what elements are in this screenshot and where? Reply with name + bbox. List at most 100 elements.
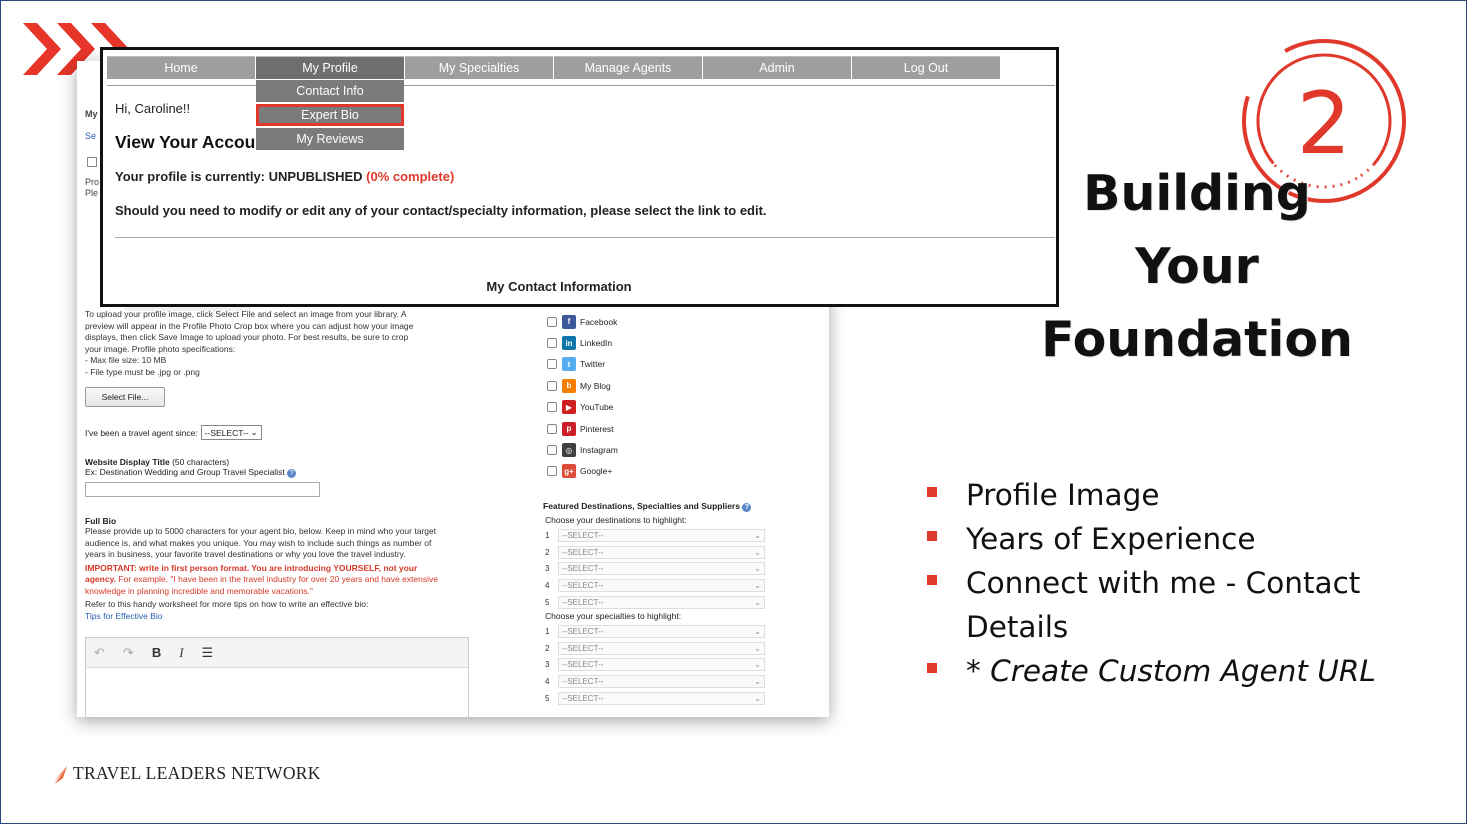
- agent-since-select[interactable]: --SELECT-- ⌄: [200, 425, 262, 440]
- social-row: in LinkedIn: [547, 332, 618, 353]
- tips-link[interactable]: Tips for Effective Bio: [85, 611, 447, 621]
- nav-home[interactable]: Home: [107, 56, 255, 79]
- strip-checkbox[interactable]: [87, 157, 97, 167]
- nav-admin[interactable]: Admin: [703, 56, 851, 79]
- strip-label: Ple: [85, 188, 99, 198]
- profile-status: Your profile is currently: UNPUBLISHED (…: [115, 169, 454, 184]
- highlight-select[interactable]: --SELECT-- ⌄: [558, 641, 765, 655]
- status-percent: (0% complete): [366, 169, 455, 184]
- social-checkbox[interactable]: [547, 380, 557, 391]
- bullet-text: Profile Image: [966, 478, 1160, 512]
- social-row: ◎ Instagram: [547, 439, 618, 460]
- social-checkbox[interactable]: [547, 466, 557, 477]
- list-icon[interactable]: ☰: [202, 645, 214, 661]
- nav-log-out[interactable]: Log Out: [852, 56, 1000, 79]
- select-value: --SELECT--: [562, 564, 604, 574]
- slide: My Se Pro Ple To upload your profile ima…: [0, 0, 1467, 824]
- cut-off-labels: My Se Pro Ple: [77, 61, 101, 311]
- profile-dropdown: Contact Info Expert Bio My Reviews: [256, 80, 404, 152]
- full-bio-section: Full Bio Please provide up to 5000 chara…: [85, 516, 447, 621]
- status-text: Your profile is currently: UNPUBLISHED: [115, 169, 363, 184]
- highlight-select[interactable]: --SELECT-- ⌄: [558, 658, 765, 672]
- destination-selects: 1 --SELECT-- ⌄ 2 --SELECT-- ⌄ 3 --SELECT-- ⌄ 4 --S…: [543, 527, 765, 611]
- help-icon[interactable]: ?: [287, 469, 297, 478]
- highlight-select[interactable]: --SELECT-- ⌄: [558, 692, 765, 706]
- select-row: 5 --SELECT-- ⌄: [543, 594, 765, 611]
- modify-instructions: Should you need to modify or edit any of…: [115, 203, 767, 218]
- bullet-marker: [927, 487, 937, 497]
- select-row: 4 --SELECT-- ⌄: [543, 673, 765, 690]
- select-value: --SELECT--: [562, 643, 604, 653]
- highlight-select[interactable]: --SELECT-- ⌄: [558, 624, 765, 638]
- row-number: 2: [545, 547, 550, 557]
- select-value: --SELECT--: [562, 530, 604, 540]
- select-value: --SELECT--: [562, 660, 604, 670]
- social-label: YouTube: [580, 402, 614, 413]
- profile-menu-screenshot: Home My Profile My Specialties Manage Ag…: [100, 47, 1059, 307]
- editor-toolbar: ↶ ↷ B I ☰: [86, 638, 468, 668]
- bullet-item: Connect with me - Contact Details: [925, 561, 1445, 649]
- undo-icon[interactable]: ↶: [94, 645, 105, 661]
- destinations-subtitle: Choose your destinations to highlight:: [545, 515, 687, 525]
- bullet-text: Years of Experience: [966, 522, 1256, 556]
- select-row: 3 --SELECT-- ⌄: [543, 657, 765, 674]
- row-number: 3: [545, 564, 550, 574]
- upload-spec: - File type must be .jpg or .png: [85, 366, 200, 377]
- social-row: b My Blog: [547, 375, 618, 396]
- highlight-select[interactable]: --SELECT-- ⌄: [558, 562, 765, 576]
- select-file-button[interactable]: Select File...: [85, 387, 165, 407]
- featured-section: Featured Destinations, Specialties and S…: [543, 501, 765, 707]
- social-checkbox[interactable]: [547, 402, 557, 413]
- nav-manage-agents[interactable]: Manage Agents: [554, 56, 702, 79]
- row-number: 5: [545, 598, 550, 608]
- social-row: g+ Google+: [547, 461, 618, 482]
- important-rest: For example, "I have been in the travel …: [85, 574, 438, 596]
- menu-item-my-reviews[interactable]: My Reviews: [256, 128, 404, 150]
- social-checkbox[interactable]: [547, 445, 557, 456]
- menu-item-expert-bio[interactable]: Expert Bio: [256, 104, 404, 126]
- chevron-down-icon: ⌄: [754, 660, 761, 670]
- row-number: 4: [545, 581, 550, 591]
- social-checkbox[interactable]: [547, 359, 557, 370]
- specialties-subtitle: Choose your specialties to highlight:: [545, 610, 682, 621]
- nav-my-profile[interactable]: My Profile: [256, 56, 404, 79]
- agent-since-label: I've been a travel agent since:: [85, 427, 198, 438]
- full-bio-title: Full Bio: [85, 516, 117, 526]
- social-row: f Facebook: [547, 311, 618, 332]
- chevron-down-icon: ⌄: [754, 530, 761, 540]
- redo-icon[interactable]: ↷: [123, 645, 134, 661]
- social-checkbox[interactable]: [547, 316, 557, 327]
- upload-instructions: To upload your profile image, click Sele…: [85, 309, 425, 378]
- highlight-select[interactable]: --SELECT-- ⌄: [558, 545, 765, 559]
- social-checkbox[interactable]: [547, 423, 557, 434]
- bullet-item: Profile Image: [925, 473, 1445, 517]
- social-label: Facebook: [580, 316, 618, 327]
- travel-leaders-logo: TRAVEL LEADERS NETWORK: [51, 763, 321, 784]
- help-icon[interactable]: ?: [742, 503, 752, 512]
- row-number: 3: [545, 660, 550, 670]
- chevron-down-icon: ⌄: [250, 427, 258, 437]
- nav-my-specialties[interactable]: My Specialties: [405, 56, 553, 79]
- highlight-select[interactable]: --SELECT-- ⌄: [558, 596, 765, 610]
- website-display-title: Website Display Title (50 characters) Ex…: [85, 457, 415, 497]
- highlight-select[interactable]: --SELECT-- ⌄: [558, 675, 765, 689]
- section-divider: [115, 237, 1055, 238]
- bullet-marker: [927, 575, 937, 585]
- italic-icon[interactable]: I: [179, 645, 183, 661]
- bold-icon[interactable]: B: [152, 645, 161, 660]
- social-checkbox[interactable]: [547, 338, 557, 349]
- nav-divider: [107, 85, 1055, 86]
- social-row: ▶ YouTube: [547, 397, 618, 418]
- select-value: --SELECT--: [562, 626, 604, 636]
- social-label: Google+: [580, 466, 613, 477]
- strip-label: Se: [85, 131, 97, 141]
- myblog-icon: b: [562, 378, 576, 393]
- website-title-input[interactable]: [85, 482, 320, 497]
- bio-editor[interactable]: ↶ ↷ B I ☰: [85, 637, 469, 717]
- highlight-select[interactable]: --SELECT-- ⌄: [558, 579, 765, 593]
- select-row: 1 --SELECT-- ⌄: [543, 527, 765, 544]
- chevron-down-icon: ⌄: [754, 581, 761, 591]
- menu-item-contact-info[interactable]: Contact Info: [256, 80, 404, 102]
- highlight-select[interactable]: --SELECT-- ⌄: [558, 528, 765, 542]
- social-label: LinkedIn: [580, 338, 613, 349]
